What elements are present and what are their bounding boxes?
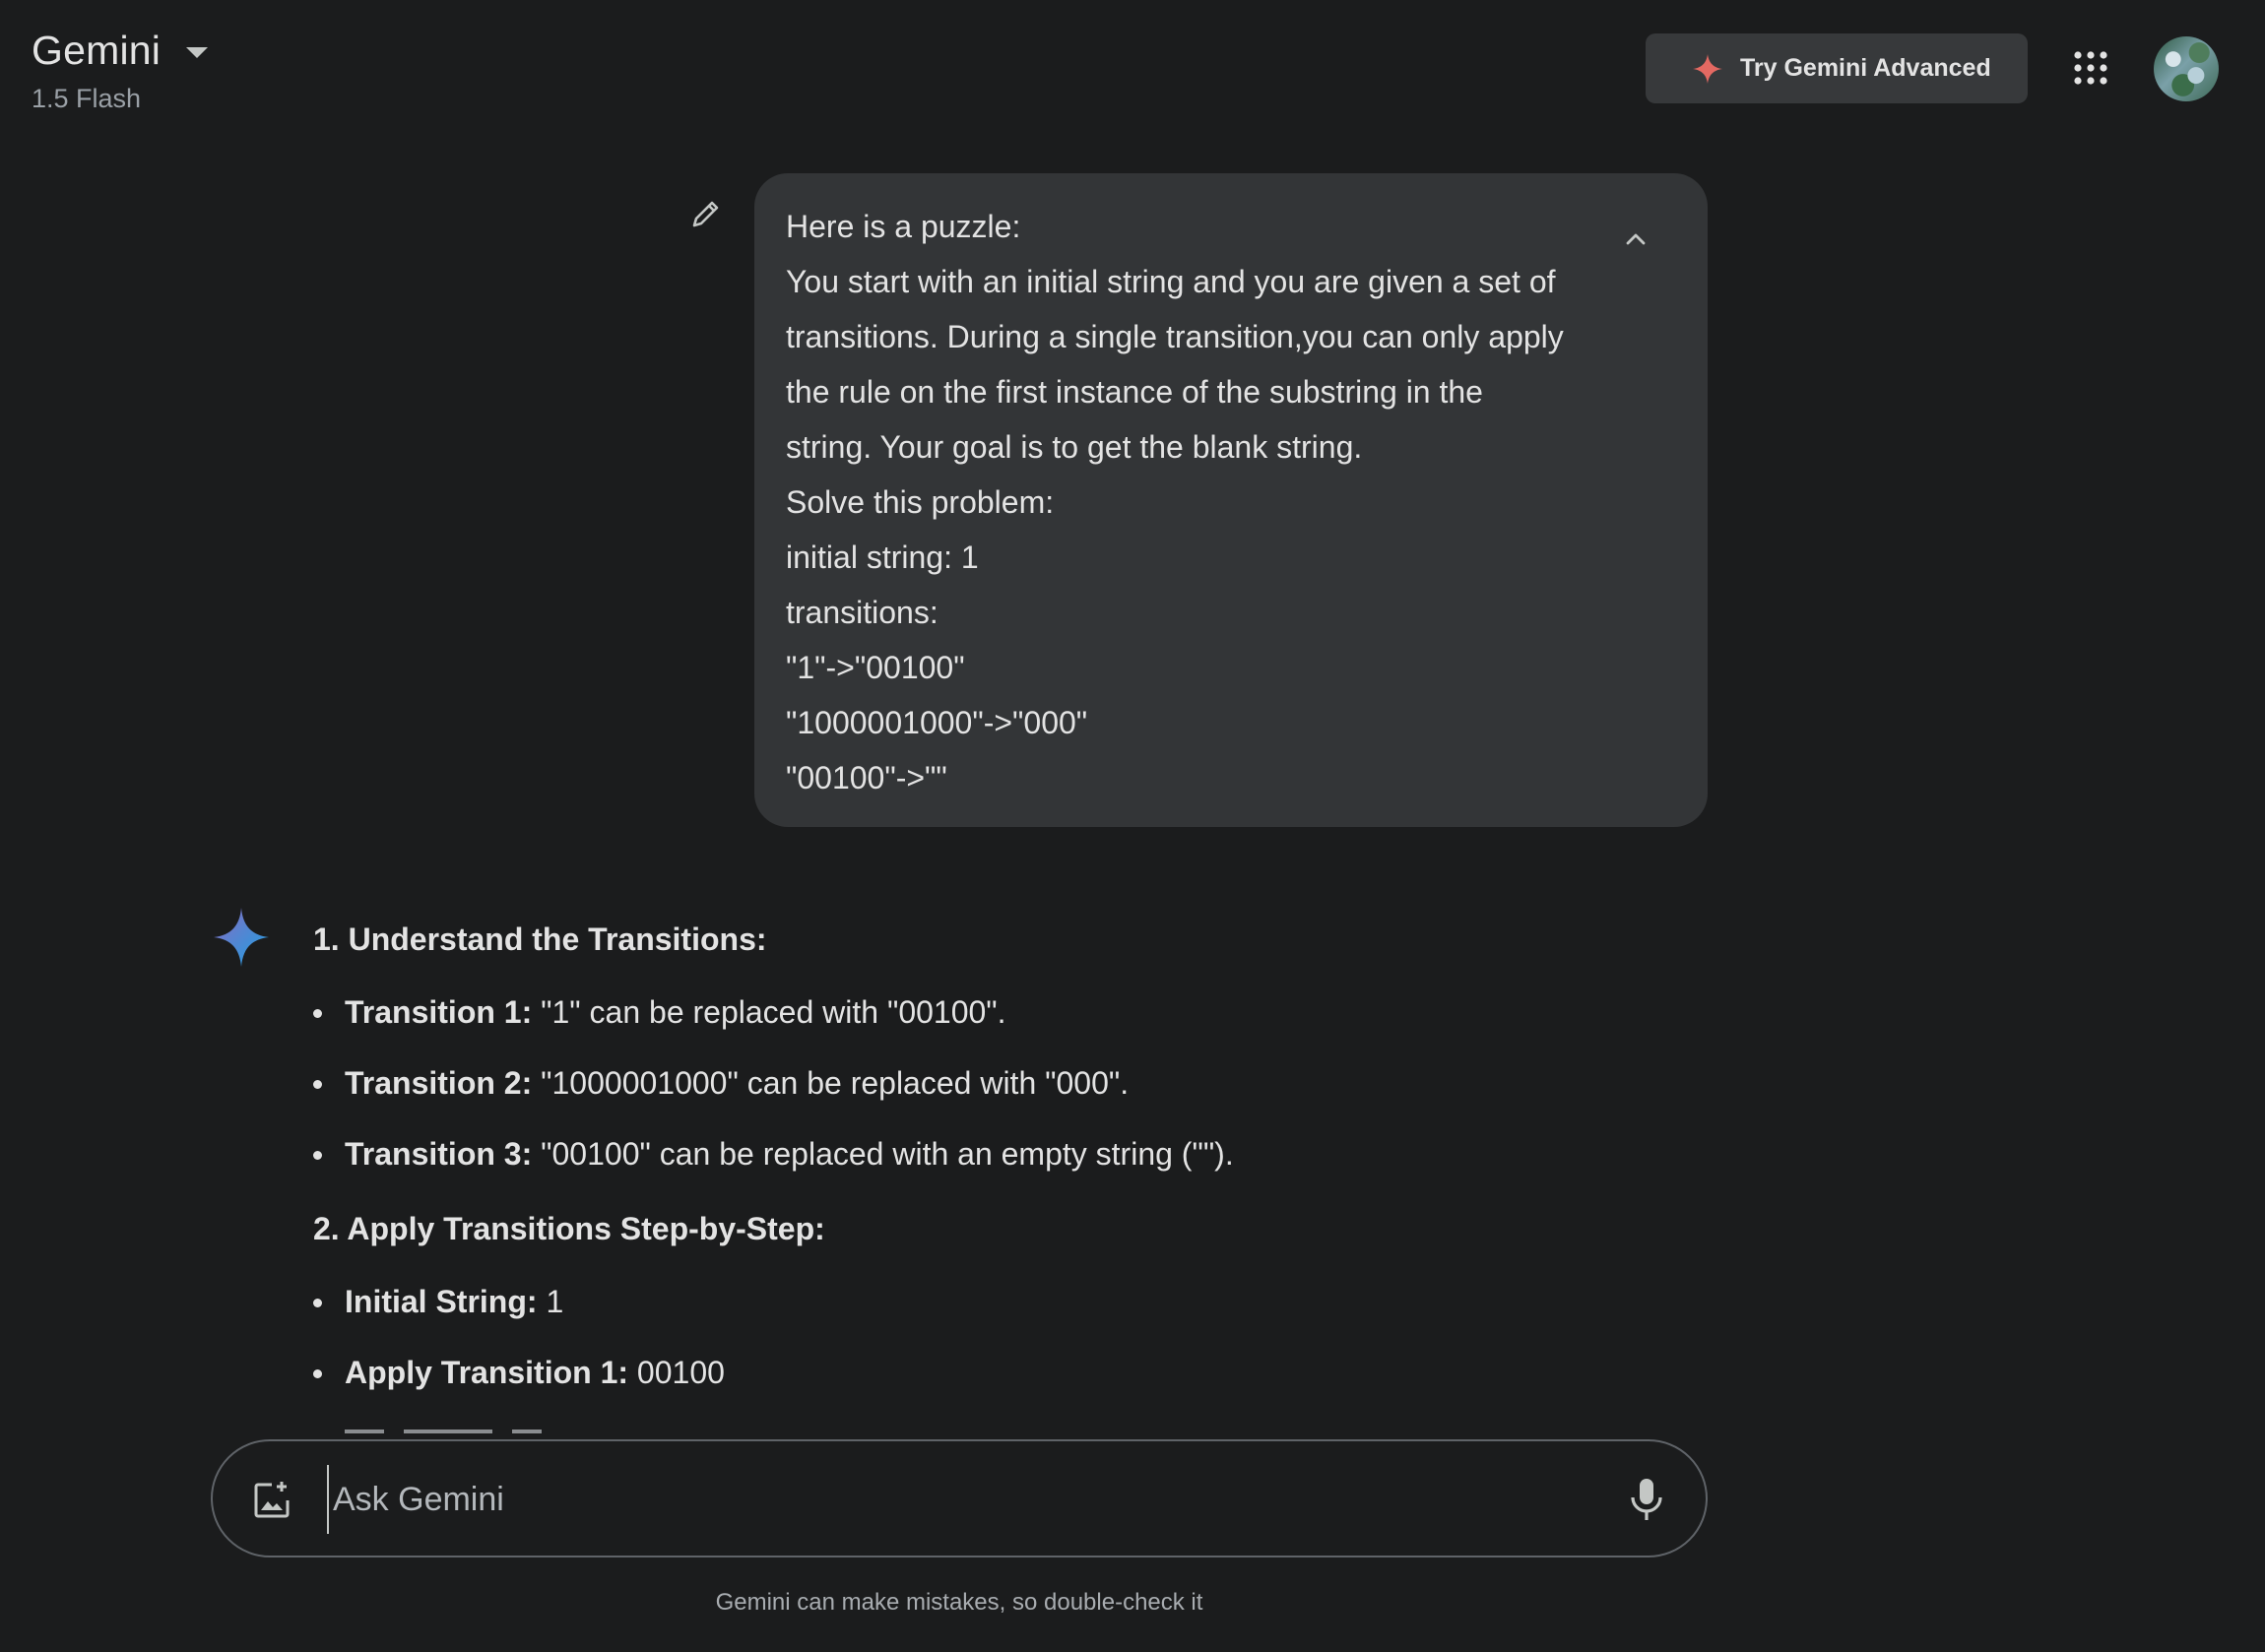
list-item-text: "1000001000" can be replaced with "000". [532, 1065, 1130, 1101]
user-message-line: Here is a puzzle: [786, 209, 1021, 244]
user-message-line: You start with an initial string and you… [786, 264, 1556, 299]
chevron-up-icon[interactable] [1621, 224, 1650, 254]
prompt-input-box [211, 1439, 1708, 1557]
list-item-label: Transition 3: [345, 1136, 533, 1172]
bullet-dot [313, 1151, 322, 1160]
user-message-line: transitions. During a single transition,… [786, 319, 1564, 354]
model-switcher[interactable]: Gemini 1.5 Flash [32, 28, 209, 114]
model-response: 1. Understand the Transitions: Transitio… [313, 914, 1712, 1408]
response-heading: 1. Understand the Transitions: [313, 921, 767, 957]
app-title: Gemini [32, 28, 162, 73]
bullet-dot [313, 1369, 322, 1378]
list-item: Initial String: 1 [313, 1266, 1712, 1337]
sparkle-icon [1693, 53, 1722, 84]
clipped-text-fragment [345, 1430, 542, 1433]
list-item-label: Initial String: [345, 1284, 538, 1319]
gemini-sparkle-icon [214, 908, 269, 967]
list-item-label: Transition 1: [345, 994, 533, 1030]
try-gemini-advanced-label: Try Gemini Advanced [1740, 54, 1991, 82]
list-item-text: "1" can be replaced with "00100". [532, 994, 1006, 1030]
user-message-line: initial string: 1 [786, 540, 979, 575]
list-item: Transition 3: "00100" can be replaced wi… [313, 1118, 1712, 1189]
user-message-line: string. Your goal is to get the blank st… [786, 429, 1363, 465]
ask-gemini-input[interactable] [327, 1465, 1538, 1534]
list-item-text: 1 [537, 1284, 564, 1319]
try-gemini-advanced-button[interactable]: Try Gemini Advanced [1646, 33, 2028, 103]
user-message-line: "1"->"00100" [786, 650, 965, 685]
list-item-text: "00100" can be replaced with an empty st… [532, 1136, 1234, 1172]
bullet-dot [313, 1080, 322, 1089]
add-image-icon[interactable] [252, 1479, 293, 1520]
chevron-down-icon[interactable] [186, 47, 209, 58]
response-heading: 2. Apply Transitions Step-by-Step: [313, 1211, 825, 1246]
list-item-label: Apply Transition 1: [345, 1355, 629, 1390]
list-item-text: 00100 [628, 1355, 725, 1390]
steps-list: Initial String: 1 Apply Transition 1: 00… [313, 1266, 1712, 1408]
apps-grid-icon[interactable] [2074, 51, 2107, 85]
bullet-dot [313, 1299, 322, 1307]
user-message-bubble: Here is a puzzle: You start with an init… [754, 173, 1708, 827]
user-message-line: transitions: [786, 595, 938, 630]
list-item: Transition 1: "1" can be replaced with "… [313, 977, 1712, 1048]
user-message-line: "1000001000"->"000" [786, 705, 1088, 740]
user-message-line: the rule on the first instance of the su… [786, 374, 1483, 410]
list-item-label: Transition 2: [345, 1065, 533, 1101]
avatar[interactable] [2154, 36, 2219, 101]
user-message-line: Solve this problem: [786, 484, 1055, 520]
microphone-icon[interactable] [1627, 1477, 1666, 1522]
transitions-list: Transition 1: "1" can be replaced with "… [313, 977, 1712, 1189]
edit-pencil-icon[interactable] [689, 197, 723, 230]
list-item: Apply Transition 1: 00100 [313, 1337, 1712, 1408]
bullet-dot [313, 1009, 322, 1018]
disclaimer-text: Gemini can make mistakes, so double-chec… [715, 1589, 1203, 1616]
user-message-line: "00100"->"" [786, 760, 947, 795]
list-item: Transition 2: "1000001000" can be replac… [313, 1048, 1712, 1118]
model-name: 1.5 Flash [32, 84, 142, 113]
